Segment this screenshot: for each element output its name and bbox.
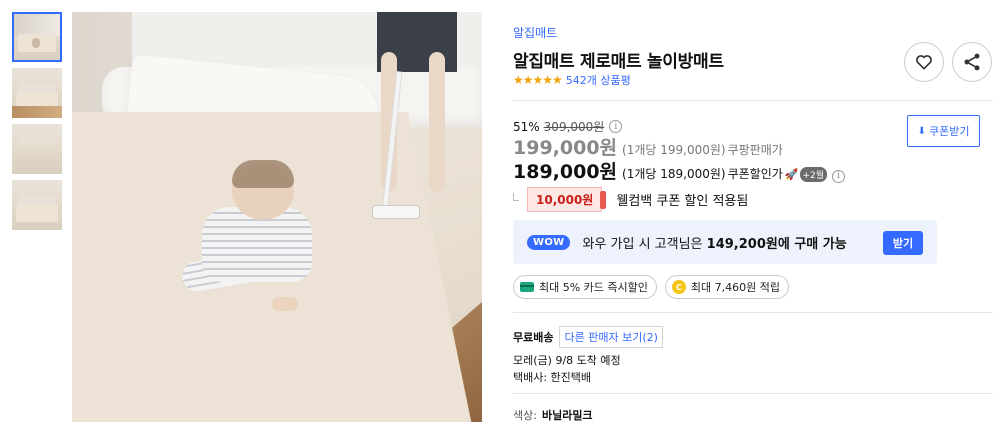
thumbnail-1[interactable] <box>12 12 62 62</box>
thumbnail-2[interactable] <box>12 68 62 118</box>
courier-info: 택배사: 한진택배 <box>513 371 592 384</box>
other-sellers-button[interactable]: 다른 판매자 보기(2) <box>559 326 663 348</box>
points-pill[interactable]: C 최대 7,460원 적립 <box>664 275 789 299</box>
wow-get-button[interactable]: 받기 <box>883 231 923 255</box>
rocket-icon: 🚀 <box>784 168 799 181</box>
wow-text-prefix: 와우 가입 시 고객님은 <box>582 236 703 252</box>
coupon-download-label: 쿠폰받기 <box>928 125 970 138</box>
divider <box>513 312 993 313</box>
divider <box>513 100 993 101</box>
thumbnail-list <box>12 12 62 236</box>
wow-badge: WOW <box>527 234 571 250</box>
coupang-price: 199,000원 <box>513 137 618 159</box>
thumbnail-3[interactable] <box>12 124 62 174</box>
applied-coupon-row: 10,000원 웰컴백 쿠폰 할인 적용됨 <box>513 187 748 212</box>
shipping-row: 무료배송 다른 판매자 보기(2) <box>513 326 663 348</box>
wishlist-button[interactable] <box>904 42 944 82</box>
option-value: 바닐라밀크 <box>541 409 593 422</box>
divider <box>513 393 993 394</box>
color-option: 색상: 바닐라밀크 <box>513 407 593 423</box>
coupang-price-label: 쿠팡판매가 <box>727 143 783 157</box>
benefit-pills: 최대 5% 카드 즉시할인 C 최대 7,460원 적립 <box>513 275 797 299</box>
info-icon[interactable]: i <box>832 169 846 183</box>
card-discount-pill[interactable]: 최대 5% 카드 즉시할인 <box>513 275 657 299</box>
arrival-estimate: 모레(금) 9/8 도착 예정 <box>513 354 621 367</box>
rating: ★★★★★ 542개 상품평 <box>513 72 631 88</box>
card-discount-text: 최대 5% 카드 즉시할인 <box>539 281 648 294</box>
thumbnail-4[interactable] <box>12 180 62 230</box>
share-button[interactable] <box>952 42 992 82</box>
coupon-price-label: 쿠폰할인가 <box>727 167 783 181</box>
coupon-price-row: 189,000원 (1개당 189,000원) 쿠폰할인가 🚀 +2월 i <box>513 157 846 184</box>
wow-membership-banner: WOW 와우 가입 시 고객님은 149,200원에 구매 가능 받기 <box>513 220 937 264</box>
review-count-link[interactable]: 542개 상품평 <box>566 72 631 88</box>
coupon-download-button[interactable]: ⬇ 쿠폰받기 <box>907 115 980 147</box>
main-product-image[interactable] <box>72 12 482 422</box>
coupang-unit-price: (1개당 199,000원) <box>622 143 726 157</box>
star-rating-icon: ★★★★★ <box>513 73 563 87</box>
download-icon: ⬇ <box>917 125 926 137</box>
coupon-applied-text: 웰컴백 쿠폰 할인 적용됨 <box>616 194 749 209</box>
coupon-price: 189,000원 <box>513 161 618 183</box>
credit-card-icon <box>520 282 534 292</box>
heart-icon <box>916 55 932 70</box>
coin-icon: C <box>671 280 686 294</box>
product-title: 알집매트 제로매트 놀이방매트 <box>513 52 724 72</box>
brand-link[interactable]: 알집매트 <box>513 24 557 41</box>
info-icon[interactable]: i <box>609 120 623 133</box>
wow-price-text: 149,200원에 구매 가능 <box>706 236 847 252</box>
corner-icon <box>513 192 519 201</box>
free-shipping-label: 무료배송 <box>513 331 554 344</box>
option-label: 색상: <box>513 409 537 422</box>
coupang-price-row: 199,000원 (1개당 199,000원) 쿠팡판매가 <box>513 133 783 160</box>
wow-text: 와우 가입 시 고객님은 149,200원에 구매 가능 <box>582 233 846 252</box>
points-text: 최대 7,460원 적립 <box>690 281 780 294</box>
discount-percent: 51% <box>513 119 540 134</box>
coupon-amount-tag: 10,000원 <box>527 187 607 212</box>
plus-badge: +2월 <box>799 167 828 182</box>
share-icon <box>964 53 980 71</box>
coupon-unit-price: (1개당 189,000원) <box>622 167 726 181</box>
